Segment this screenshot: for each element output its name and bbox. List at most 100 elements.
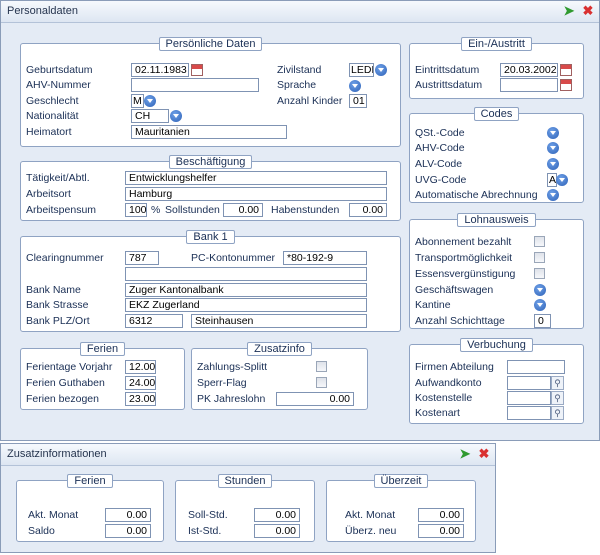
lookup-icon[interactable]: ⚲ [551,376,564,390]
ahv-code-dropdown-icon[interactable] [547,142,559,154]
entry-exit-group: Ein-/Austritt Eintrittsdatum 20.03.2002 … [409,37,584,99]
hours-summary-group: Stunden Soll-Std. 0.00 Ist-Std. 0.00 [175,474,315,542]
civil-status-select[interactable]: LEDI [349,63,374,77]
meal-discount-checkbox[interactable] [534,268,545,279]
bank-street-label: Bank Strasse [26,299,89,311]
employment-group: Beschäftigung Tätigkeit/Abtl. Entwicklun… [20,155,401,221]
credit-hours-label: Habenstunden [271,204,340,216]
activity-field[interactable]: Entwicklungshelfer [125,171,387,185]
company-department-field[interactable] [507,360,565,374]
overtime-new-label: Überz. neu [345,525,397,537]
personal-data-group: Persönliche Daten Geburtsdatum 02.11.198… [20,37,401,147]
close-icon[interactable]: ✖ [580,3,596,19]
birthdate-field[interactable]: 02.11.1983 [131,63,189,77]
bank-street-field[interactable]: EKZ Zugerland [125,298,367,312]
hometown-label: Heimatort [26,126,72,138]
overtime-month-label: Akt. Monat [345,509,396,521]
uvg-code-dropdown-icon[interactable] [556,174,568,186]
bank-group: Bank 1 Clearingnummer 787 PC-Kontonummer… [20,230,401,332]
current-month-label: Akt. Monat [28,509,79,521]
canteen-dropdown-icon[interactable] [534,299,546,311]
holidays-prev-year-label: Ferientage Vorjahr [26,361,113,373]
holidays-taken-field[interactable]: 23.00 [125,392,156,406]
gender-label: Geschlecht [26,95,79,107]
group-caption: Bank 1 [186,230,235,244]
group-caption: Lohnausweis [457,213,536,227]
cost-center-field[interactable] [507,391,551,405]
calendar-icon[interactable] [560,79,572,91]
company-car-label: Geschäftswagen [415,284,494,296]
company-car-dropdown-icon[interactable] [534,284,546,296]
bank-extra-field[interactable] [125,267,367,281]
group-caption: Codes [473,107,520,121]
group-caption: Ferien [67,474,113,488]
nationality-dropdown-icon[interactable] [170,110,182,122]
nationality-select[interactable]: CH [131,109,169,123]
alv-code-label: ALV-Code [415,158,463,170]
current-month-field[interactable]: 0.00 [105,508,151,522]
calendar-icon[interactable] [560,64,572,76]
meal-discount-label: Essensvergünstigung [415,268,516,280]
hometown-field[interactable]: Mauritanien [131,125,287,139]
subscription-label: Abonnement bezahlt [415,236,512,248]
ahv-number-field[interactable] [131,78,259,92]
lock-flag-label: Sperr-Flag [197,377,247,389]
title-bar: Personaldaten ➤ ✖ [1,1,599,23]
cost-type-label: Kostenart [415,407,460,419]
alv-code-dropdown-icon[interactable] [547,158,559,170]
language-dropdown-icon[interactable] [349,80,361,92]
pk-annual-salary-field[interactable]: 0.00 [276,392,354,406]
workload-label: Arbeitspensum [26,204,97,216]
payment-split-checkbox[interactable] [316,361,327,372]
pc-account-field[interactable]: *80-192-9 [283,251,367,265]
group-caption: Beschäftigung [168,155,253,169]
group-caption: Persönliche Daten [158,37,263,51]
overtime-month-field[interactable]: 0.00 [418,508,464,522]
bank-plz-field[interactable]: 6312 [125,314,183,328]
overtime-new-field[interactable]: 0.00 [418,524,464,538]
bank-name-field[interactable]: Zuger Kantonalbank [125,283,367,297]
group-caption: Ferien [79,342,126,356]
bank-plz-label: Bank PLZ/Ort [26,315,90,327]
workload-field[interactable]: 100 [125,203,147,217]
credit-hours-field[interactable]: 0.00 [349,203,387,217]
clearing-field[interactable]: 787 [125,251,159,265]
qst-code-dropdown-icon[interactable] [547,127,559,139]
lookup-icon[interactable]: ⚲ [551,391,564,405]
civil-status-dropdown-icon[interactable] [375,64,387,76]
lookup-icon[interactable]: ⚲ [551,406,564,420]
holidays-credit-field[interactable]: 24.00 [125,376,156,390]
expense-account-field[interactable] [507,376,551,390]
bank-name-label: Bank Name [26,284,81,296]
balance-field[interactable]: 0.00 [105,524,151,538]
cost-type-field[interactable] [507,406,551,420]
target-hours-field[interactable]: 0.00 [223,203,263,217]
calendar-icon[interactable] [191,64,203,76]
gender-select[interactable]: M [131,94,144,108]
shift-days-field[interactable]: 0 [534,314,551,328]
group-caption: Zusatzinfo [247,342,312,356]
auto-billing-dropdown-icon[interactable] [547,189,559,201]
salary-certificate-group: Lohnausweis Abonnement bezahlt Transport… [409,213,584,329]
ok-icon[interactable]: ➤ [561,3,577,19]
birthdate-label: Geburtsdatum [26,64,93,76]
workplace-field[interactable]: Hamburg [125,187,387,201]
actual-hours-field[interactable]: 0.00 [254,524,300,538]
lock-flag-checkbox[interactable] [316,377,327,388]
transport-label: Transportmöglichkeit [415,252,513,264]
title-bar: Zusatzinformationen ➤ ✖ [1,444,495,466]
transport-checkbox[interactable] [534,252,545,263]
gender-dropdown-icon[interactable] [144,95,156,107]
children-field[interactable]: 01 [349,94,367,108]
ok-icon[interactable]: ➤ [457,446,473,462]
target-hours-label: Sollstunden [165,204,220,216]
target-hours-field[interactable]: 0.00 [254,508,300,522]
exit-date-field[interactable] [500,78,558,92]
holidays-prev-year-field[interactable]: 12.00 [125,360,156,374]
close-icon[interactable]: ✖ [476,446,492,462]
booking-group: Verbuchung Firmen Abteilung Aufwandkonto… [409,338,584,424]
entry-date-field[interactable]: 20.03.2002 [500,63,558,77]
subscription-checkbox[interactable] [534,236,545,247]
bank-city-field[interactable]: Steinhausen [191,314,367,328]
canteen-label: Kantine [415,299,451,311]
